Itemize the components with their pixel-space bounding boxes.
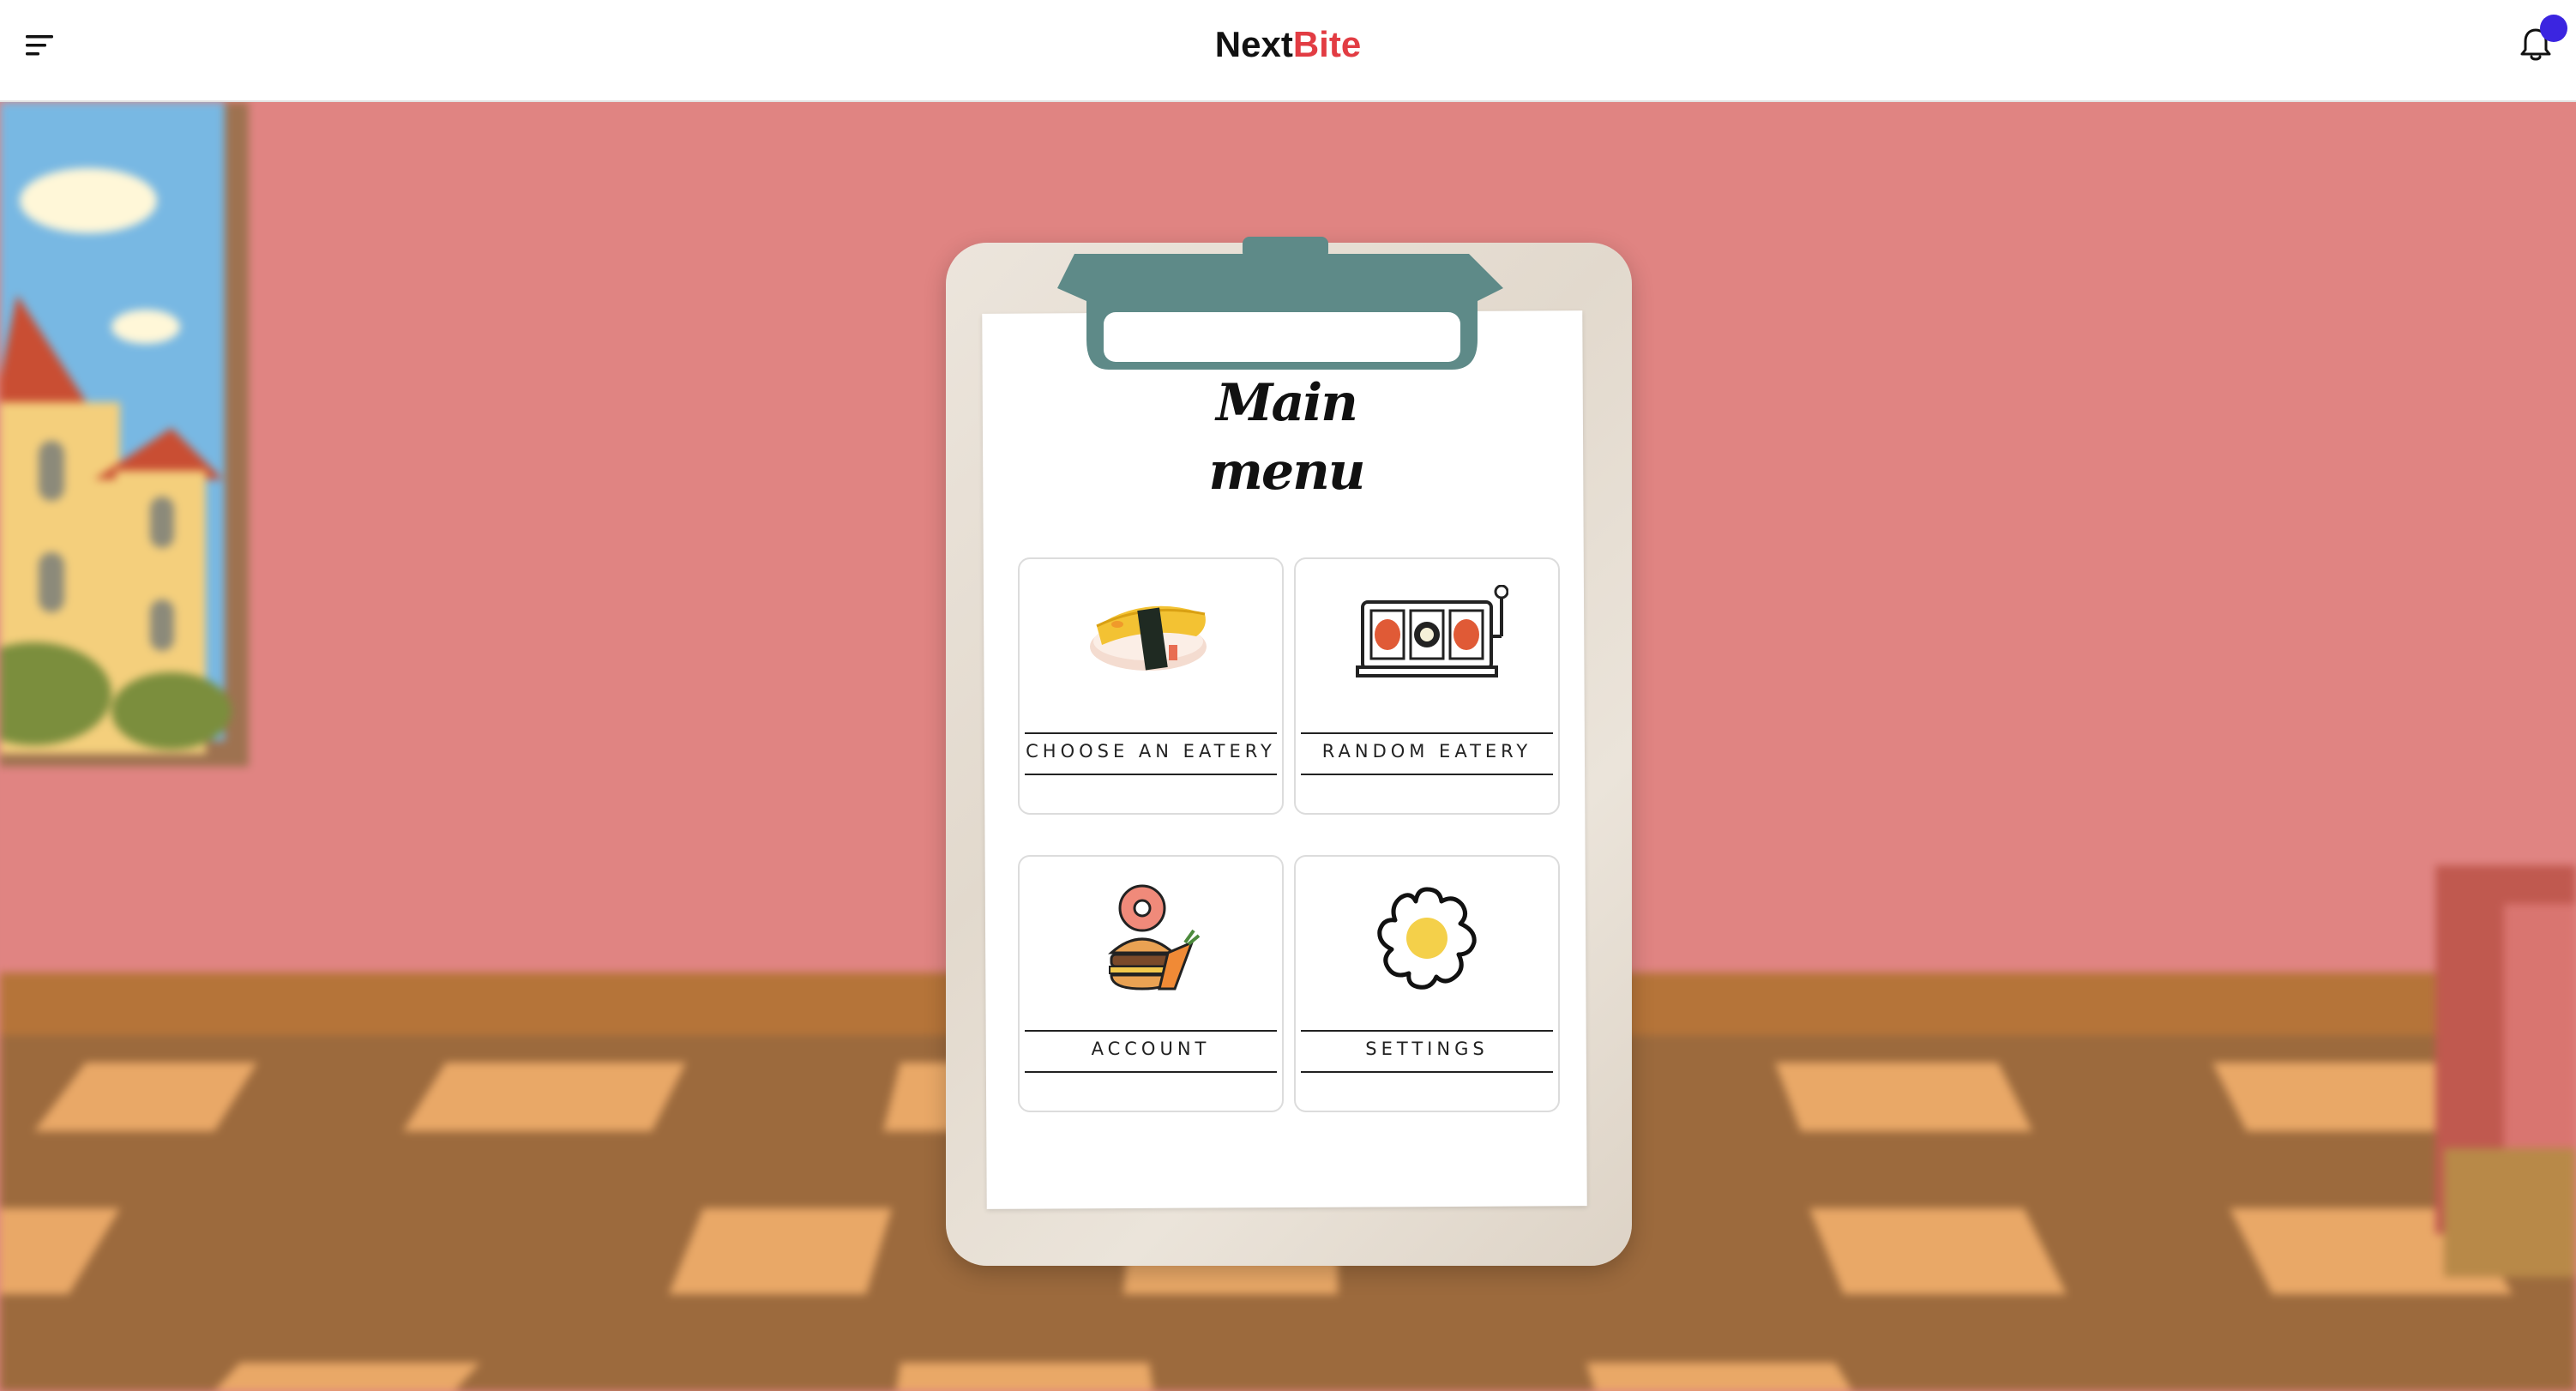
notification-badge [2540, 15, 2567, 42]
clipboard-clip [1057, 237, 1503, 370]
food-stack-icon [1108, 884, 1201, 991]
title-line-2: menu [1208, 442, 1366, 502]
app-logo[interactable]: NextBite [0, 24, 2576, 65]
title-line-1: Main [1216, 373, 1358, 433]
main-menu-title: Main menu [1201, 369, 1372, 506]
brand-name-part1: Next [1214, 24, 1293, 64]
random-eatery-card[interactable]: RANDOM EATERY [1294, 557, 1560, 815]
settings-label: SETTINGS [1365, 1039, 1489, 1059]
sushi-icon [1090, 605, 1207, 671]
slot-machine-icon [1356, 585, 1508, 677]
top-navigation-bar: NextBite [0, 0, 2576, 102]
settings-card[interactable]: SETTINGS [1294, 855, 1560, 1112]
choose-eatery-card[interactable]: CHOOSE AN EATERY [1018, 557, 1284, 815]
brand-name-part2: Bite [1292, 24, 1362, 64]
random-eatery-label: RANDOM EATERY [1321, 741, 1532, 762]
account-label: ACCOUNT [1091, 1039, 1211, 1059]
account-card[interactable]: ACCOUNT [1018, 855, 1284, 1112]
choose-eatery-label: CHOOSE AN EATERY [1026, 741, 1276, 762]
egg-gear-icon [1377, 887, 1477, 990]
